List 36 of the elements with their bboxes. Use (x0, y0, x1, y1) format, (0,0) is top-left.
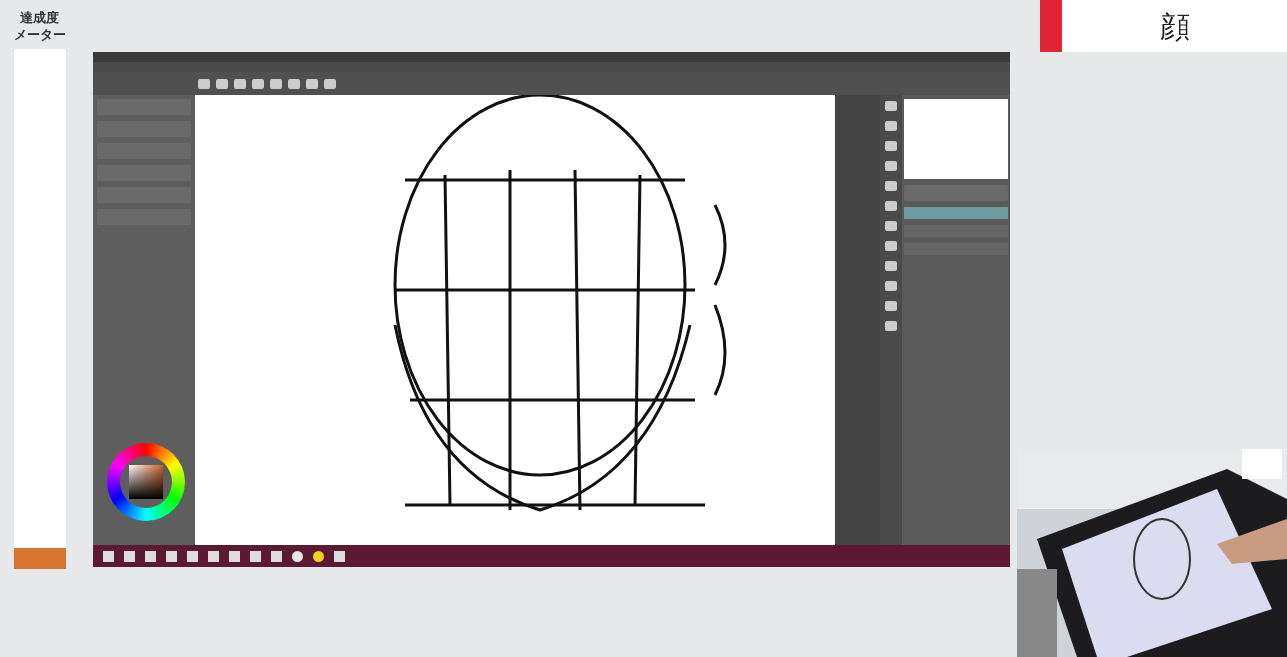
taskbar-icon[interactable] (103, 550, 114, 562)
panel-icon[interactable] (885, 261, 897, 271)
panel-icon[interactable] (885, 161, 897, 171)
toolbar-icon[interactable] (216, 78, 228, 89)
panel-icon[interactable] (885, 241, 897, 251)
toolbar-icon[interactable] (198, 78, 210, 89)
toolbar-icon[interactable] (270, 78, 282, 89)
panel-icon[interactable] (885, 121, 897, 131)
taskbar-icon[interactable] (187, 550, 198, 562)
panel-icon[interactable] (885, 101, 897, 111)
taskbar-icon[interactable] (292, 550, 303, 562)
panel-icon[interactable] (885, 141, 897, 151)
taskbar-icon[interactable] (208, 550, 219, 562)
toolbar-icon[interactable] (324, 78, 336, 89)
panel-icon[interactable] (885, 281, 897, 291)
taskbar-icon[interactable] (313, 550, 324, 562)
color-square[interactable] (129, 465, 163, 499)
topic-title: 顔 (1062, 0, 1287, 52)
taskbar-icon[interactable] (229, 550, 240, 562)
panel-icon[interactable] (885, 301, 897, 311)
toolbar-icon[interactable] (306, 78, 318, 89)
panel-icon[interactable] (885, 321, 897, 331)
panel-icon[interactable] (885, 181, 897, 191)
toolbar-icon[interactable] (252, 78, 264, 89)
accent-bar (1040, 0, 1062, 52)
panel-icon[interactable] (885, 201, 897, 211)
taskbar-icon[interactable] (166, 550, 177, 562)
toolbar-icon[interactable] (288, 78, 300, 89)
taskbar-icon[interactable] (271, 550, 282, 562)
taskbar-icon[interactable] (250, 550, 261, 562)
taskbar-icon[interactable] (145, 550, 156, 562)
meter-label: 達成度 メーター (13, 9, 66, 43)
taskbar-icon[interactable] (334, 550, 345, 562)
taskbar-icon[interactable] (124, 550, 135, 562)
panel-icon[interactable] (885, 221, 897, 231)
toolbar-icon[interactable] (234, 78, 246, 89)
